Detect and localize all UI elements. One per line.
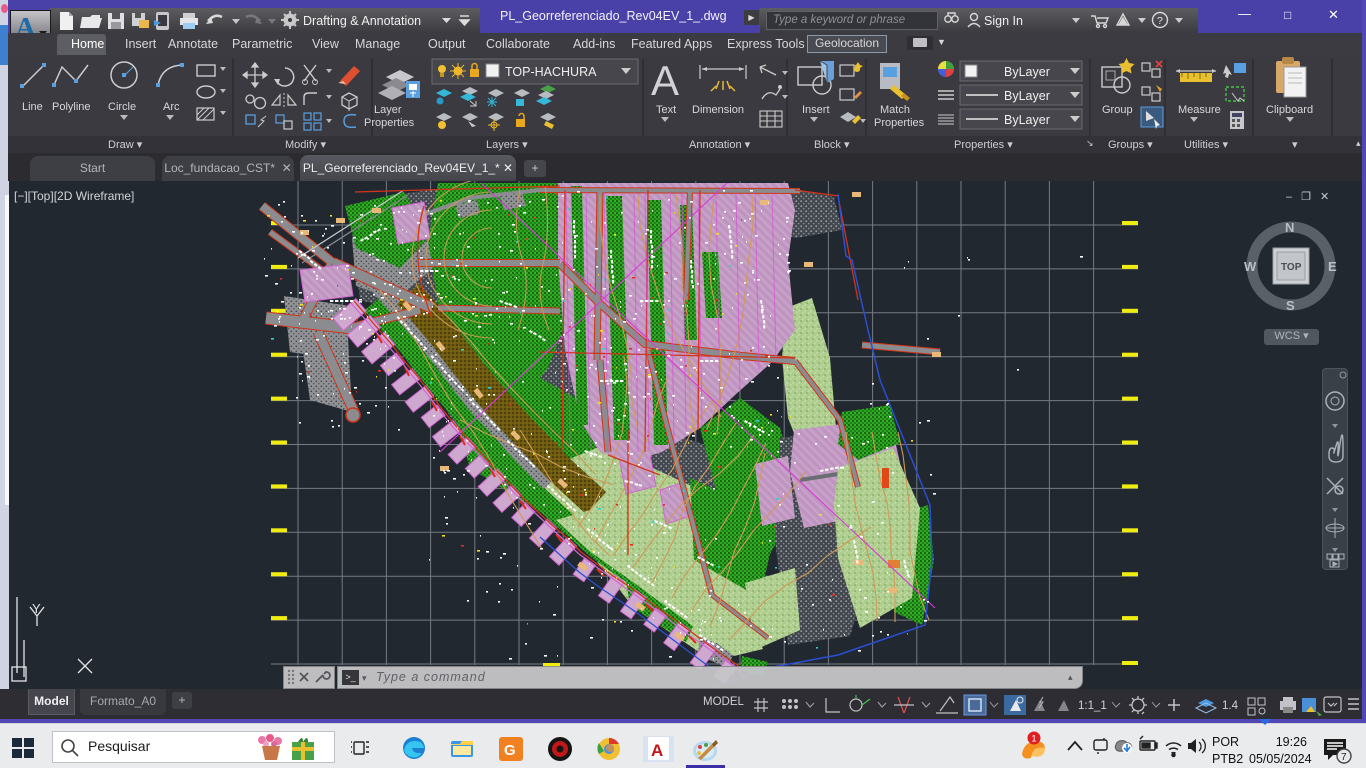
svg-text:N: N [1285, 220, 1294, 235]
svg-text:TOP-HACHURA: TOP-HACHURA [505, 65, 597, 79]
svg-text:Line: Line [22, 101, 43, 113]
svg-text:1.4: 1.4 [1222, 700, 1239, 712]
svg-text:G: G [504, 742, 516, 759]
svg-text:E: E [1328, 259, 1337, 274]
svg-text:W: W [1244, 259, 1257, 274]
svg-text:S: S [1286, 298, 1295, 313]
svg-text:1: 1 [1032, 734, 1037, 744]
svg-text:Clipboard: Clipboard [1266, 104, 1313, 116]
svg-text:ByLayer: ByLayer [1004, 89, 1050, 103]
svg-text:Match: Match [880, 104, 910, 116]
svg-text:Group: Group [1102, 104, 1133, 116]
svg-text:Properties: Properties [874, 117, 925, 129]
svg-text:Arc: Arc [163, 101, 180, 113]
svg-text:TOP: TOP [1281, 262, 1302, 273]
svg-text:Y: Y [32, 601, 41, 616]
svg-text:ByLayer: ByLayer [1004, 113, 1050, 127]
svg-text:Insert: Insert [802, 104, 830, 116]
svg-text:Drafting & Annotation: Drafting & Annotation [303, 14, 421, 28]
svg-text:Dimension: Dimension [692, 104, 744, 116]
svg-text:1:1_1: 1:1_1 [1078, 700, 1107, 712]
svg-text:Layer: Layer [374, 104, 402, 116]
svg-text:Circle: Circle [108, 101, 136, 113]
svg-text:Properties: Properties [364, 117, 415, 129]
svg-text:7: 7 [1341, 752, 1347, 763]
svg-text:Polyline: Polyline [52, 101, 91, 113]
svg-text:Sign In: Sign In [984, 14, 1023, 28]
svg-text:ByLayer: ByLayer [1004, 65, 1050, 79]
svg-text:Text: Text [656, 104, 676, 116]
svg-text:A: A [651, 741, 663, 760]
svg-text:?: ? [1157, 15, 1163, 27]
svg-text:A: A [651, 57, 679, 104]
svg-text:Measure: Measure [1178, 104, 1221, 116]
